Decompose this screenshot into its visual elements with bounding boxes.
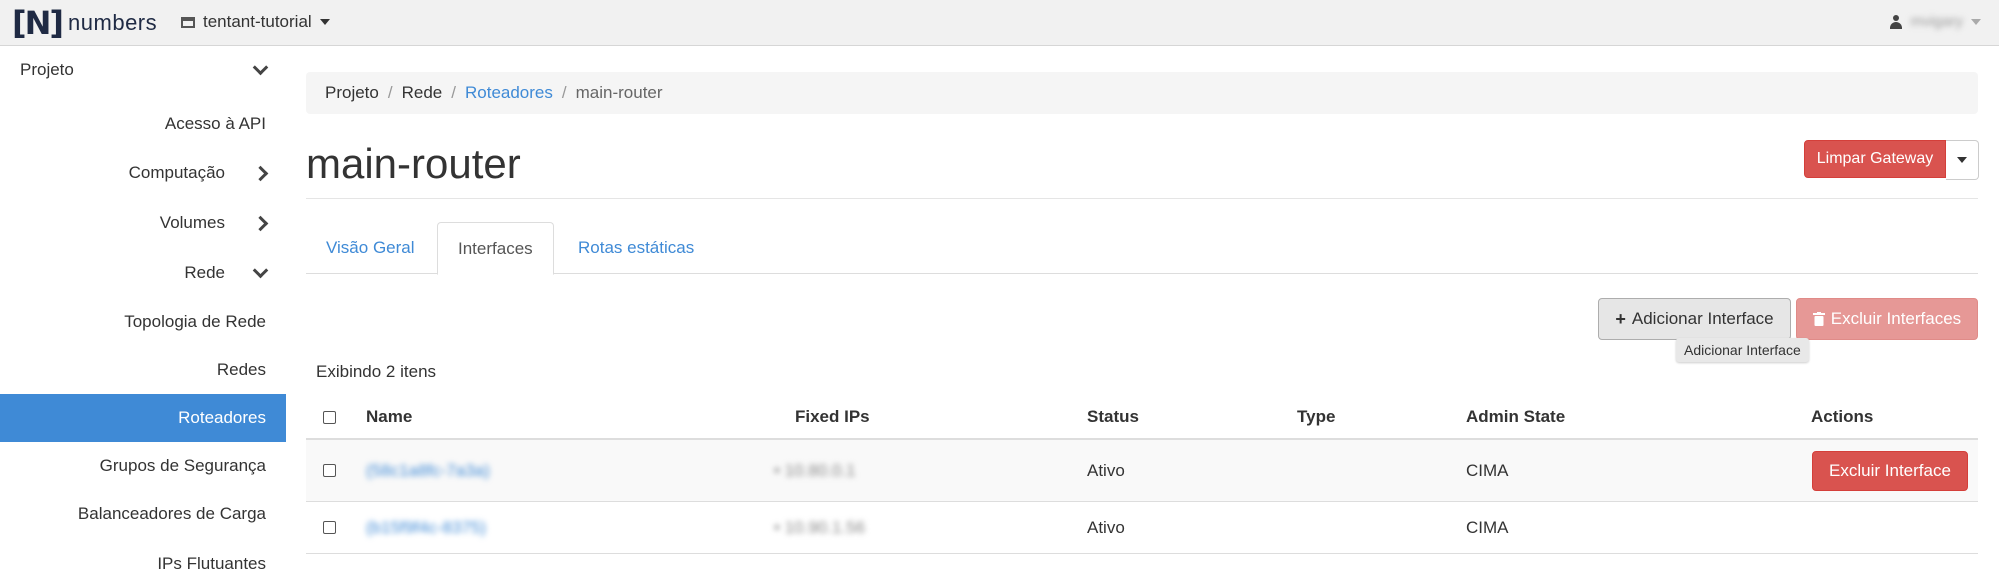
tab-interfaces[interactable]: Interfaces	[437, 222, 554, 275]
interface-name-link[interactable]: (58c1a8fc-7a3a)	[366, 461, 490, 481]
breadcrumb-projeto: Projeto	[325, 83, 379, 102]
chevron-down-icon	[252, 59, 269, 75]
user-icon	[1890, 14, 1903, 29]
column-header-admin-state[interactable]: Admin State	[1466, 396, 1565, 438]
sidebar-item-label: Balanceadores de Carga	[77, 504, 266, 523]
project-icon	[181, 16, 195, 28]
chevron-right-icon	[252, 215, 269, 231]
logo-mark: [N]	[12, 4, 64, 42]
column-header-actions: Actions	[1811, 407, 1874, 426]
breadcrumb-separator: /	[387, 83, 393, 102]
row-select-cell	[323, 440, 336, 501]
select-all-checkbox[interactable]	[323, 410, 336, 424]
fixed-ip-value: • 10.80.0.1	[774, 460, 856, 480]
column-header-type[interactable]: Type	[1297, 396, 1335, 438]
sidebar-item-label: Rede	[184, 263, 225, 282]
table-header: Name Fixed IPs Status Type Admin State A…	[306, 396, 1978, 440]
sidebar-item-ips-flutuantes[interactable]: IPs Flutuantes	[0, 540, 286, 588]
admin-state-cell: CIMA	[1466, 460, 1509, 480]
breadcrumb-current: main-router	[575, 83, 663, 102]
status-cell: Ativo	[1087, 517, 1125, 537]
breadcrumb-rede: Rede	[401, 83, 443, 102]
delete-interface-button[interactable]: Excluir Interface	[1812, 450, 1968, 491]
sidebar-item-topologia[interactable]: Topologia de Rede	[0, 298, 286, 346]
sidebar-item-label: Roteadores	[178, 408, 266, 427]
row-checkbox[interactable]	[323, 464, 336, 477]
delete-interfaces-button[interactable]: Excluir Interfaces	[1796, 298, 1978, 340]
row-select-cell	[323, 502, 336, 553]
actions-cell: Excluir Interface	[1812, 440, 1968, 501]
sidebar-item-projeto[interactable]: Projeto	[0, 46, 286, 94]
sidebar-item-label: Acesso à API	[164, 114, 266, 133]
sidebar-item-volumes[interactable]: Volumes	[0, 199, 286, 247]
project-name: tentant-tutorial	[203, 12, 312, 31]
sidebar-item-label: Redes	[216, 360, 266, 379]
brand-logo[interactable]: [N] numbers	[12, 4, 157, 42]
plus-icon: +	[1615, 308, 1626, 329]
caret-down-icon	[1957, 157, 1967, 163]
caret-down-icon	[319, 19, 330, 25]
clear-gateway-button[interactable]: Limpar Gateway	[1804, 140, 1946, 178]
breadcrumb: Projeto / Rede / Roteadores / main-route…	[306, 72, 1978, 114]
fixed-ip-cell: • 10.80.0.1	[774, 440, 856, 501]
sidebar-item-label: Computação	[128, 163, 225, 182]
fixed-ip-cell: • 10.90.1.56	[774, 502, 865, 553]
fixed-ip-text: 10.80.0.1	[784, 460, 856, 480]
sidebar-item-label: Grupos de Segurança	[99, 456, 266, 475]
table-row: (b15f9f4c-8375) • 10.90.1.56 Ativo CIMA	[306, 502, 1978, 554]
trash-icon	[1812, 312, 1825, 326]
title-divider	[306, 198, 1978, 199]
tab-label: Visão Geral	[326, 238, 415, 257]
sidebar-item-rede[interactable]: Rede	[0, 249, 286, 297]
row-checkbox[interactable]	[323, 521, 336, 534]
fixed-ip-text: 10.90.1.56	[784, 517, 866, 537]
chevron-down-icon	[252, 262, 269, 278]
more-actions-toggle[interactable]	[1946, 140, 1979, 180]
user-menu[interactable]: mvigary	[1890, 13, 1981, 30]
sidebar-item-label: Topologia de Rede	[124, 312, 266, 331]
breadcrumb-roteadores[interactable]: Roteadores	[465, 83, 553, 103]
sidebar: Projeto Acesso à API Computação Volumes …	[0, 46, 286, 573]
item-count: Exibindo 2 itens	[316, 362, 437, 381]
fixed-ip-value: • 10.90.1.56	[774, 517, 866, 537]
sidebar-item-label: IPs Flutuantes	[157, 554, 266, 573]
tab-rotas-estaticas[interactable]: Rotas estáticas	[558, 222, 714, 274]
sidebar-item-roteadores[interactable]: Roteadores	[0, 394, 286, 442]
sidebar-item-acesso-api[interactable]: Acesso à API	[0, 100, 286, 148]
chevron-right-icon	[252, 165, 269, 181]
add-interface-button[interactable]: + Adicionar Interface	[1598, 298, 1791, 340]
column-header-name[interactable]: Name	[366, 396, 412, 438]
sidebar-item-computacao[interactable]: Computação	[0, 149, 286, 197]
add-interface-label: Adicionar Interface	[1631, 309, 1774, 328]
interface-name-link[interactable]: (b15f9f4c-8375)	[366, 518, 486, 538]
select-all-cell	[323, 396, 336, 438]
status-cell: Ativo	[1087, 460, 1125, 480]
column-header-fixed-ips[interactable]: Fixed IPs	[795, 396, 870, 438]
project-selector[interactable]: tentant-tutorial	[181, 12, 330, 32]
add-interface-tooltip: Adicionar Interface	[1676, 338, 1809, 362]
tab-label: Rotas estáticas	[578, 238, 695, 257]
tab-bar: Visão Geral Interfaces Rotas estáticas	[306, 222, 1978, 275]
sidebar-item-balanceadores[interactable]: Balanceadores de Carga	[0, 490, 286, 538]
column-header-status[interactable]: Status	[1087, 396, 1139, 438]
sidebar-item-label: Projeto	[20, 60, 74, 79]
interface-name-cell: (58c1a8fc-7a3a)	[366, 440, 490, 501]
breadcrumb-separator: /	[561, 83, 567, 102]
admin-state-cell: CIMA	[1466, 517, 1509, 537]
sidebar-item-redes[interactable]: Redes	[0, 346, 286, 394]
tab-visao-geral[interactable]: Visão Geral	[306, 222, 435, 274]
sidebar-item-label: Volumes	[159, 213, 225, 232]
top-navbar: [N] numbers tentant-tutorial mvigary	[0, 0, 1999, 46]
gateway-button-group: Limpar Gateway	[1804, 140, 1979, 180]
delete-interfaces-label: Excluir Interfaces	[1830, 309, 1962, 328]
page-title: main-router	[306, 140, 521, 187]
caret-down-icon	[1971, 18, 1981, 25]
sidebar-item-grupos-seguranca[interactable]: Grupos de Segurança	[0, 442, 286, 490]
breadcrumb-separator: /	[451, 83, 456, 102]
logo-text: numbers	[68, 10, 158, 35]
interface-name-cell: (b15f9f4c-8375)	[366, 502, 486, 553]
tab-label: Interfaces	[458, 238, 533, 258]
user-name: mvigary	[1910, 13, 1963, 30]
table-row: (58c1a8fc-7a3a) • 10.80.0.1 Ativo CIMA E…	[306, 440, 1978, 502]
